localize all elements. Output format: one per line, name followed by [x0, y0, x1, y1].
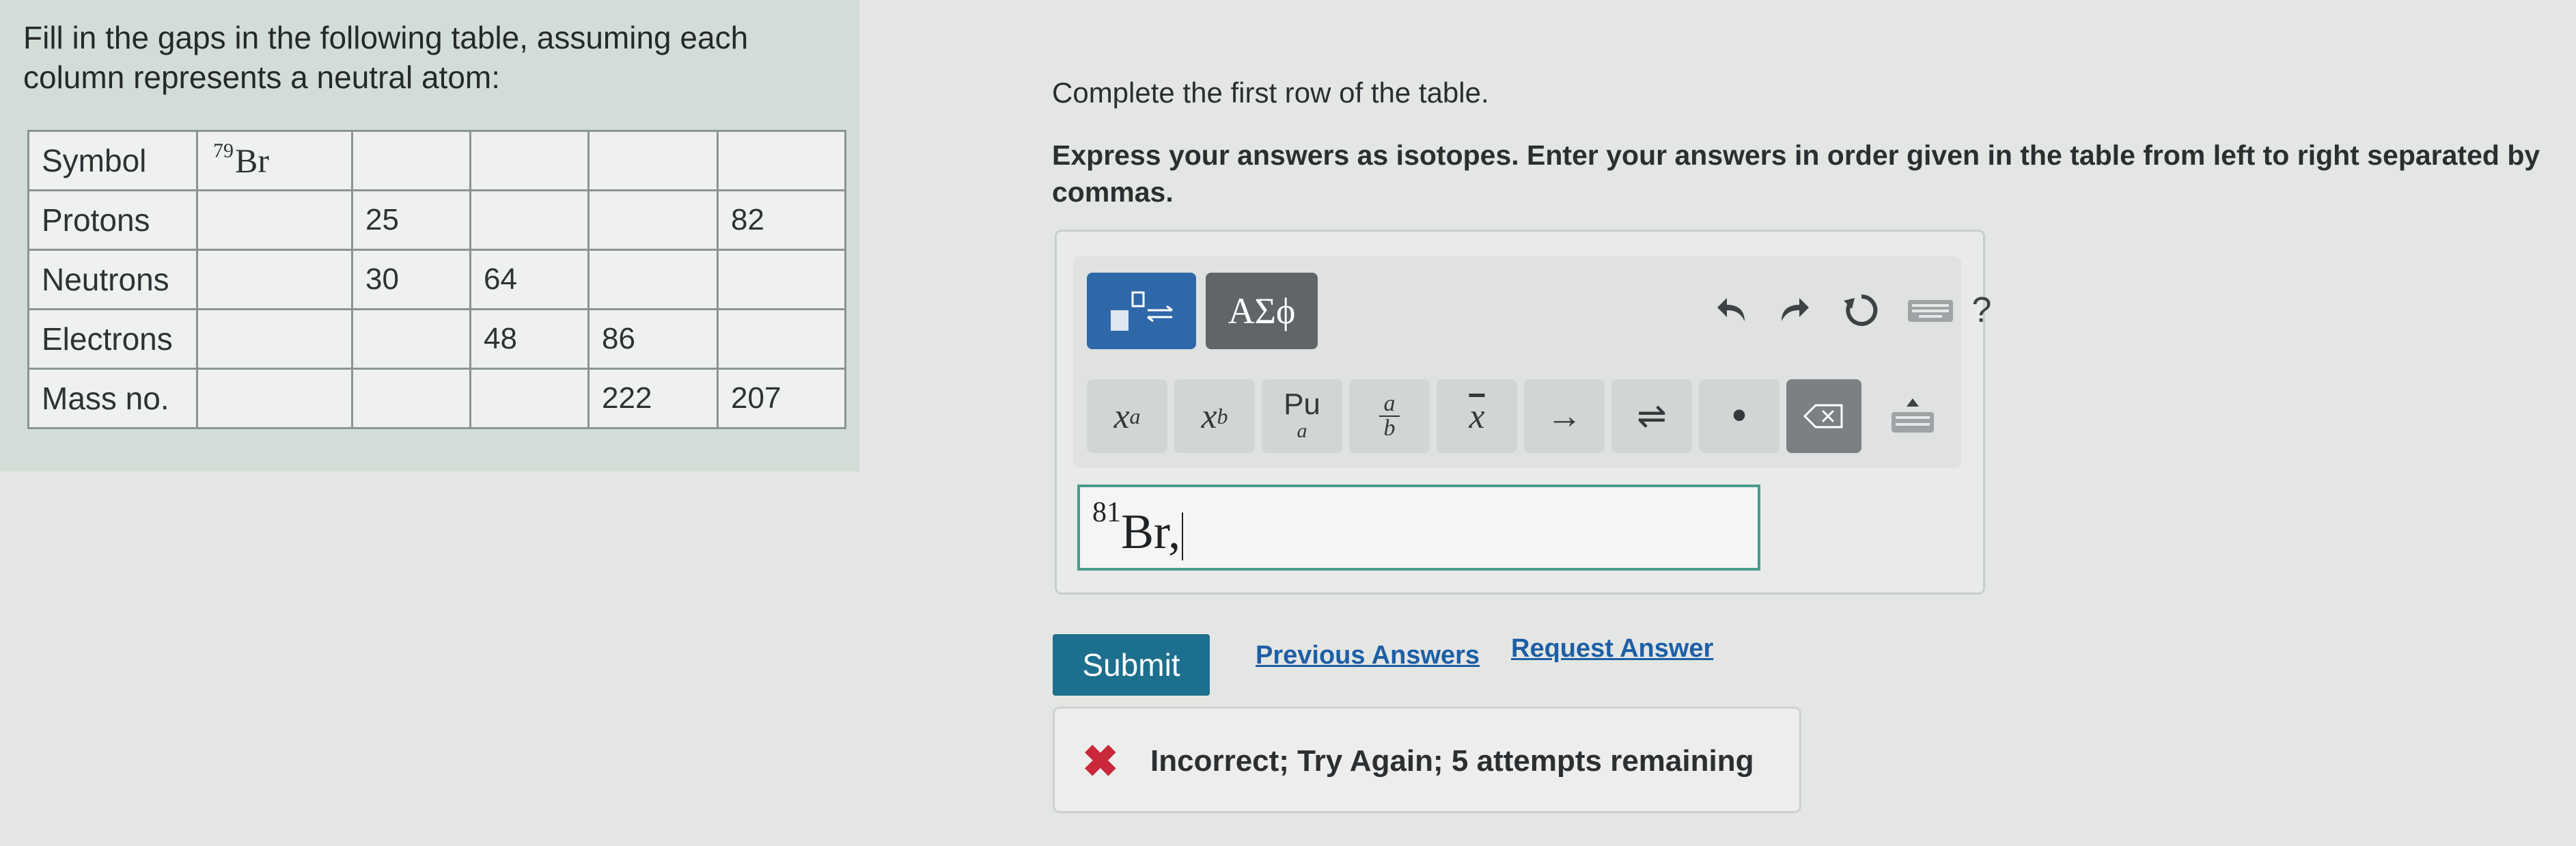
table-cell [717, 130, 846, 191]
keyboard-toggle-icon[interactable] [1872, 379, 1953, 453]
problem-line-2: column represents a neutral atom: [23, 59, 501, 95]
table-cell: 86 [587, 308, 719, 370]
table-cell [351, 308, 471, 370]
incorrect-icon: ✖ [1082, 737, 1119, 786]
table-cell: 64 [469, 249, 590, 310]
undo-icon[interactable] [1708, 279, 1756, 341]
subscript-template-button[interactable]: xb [1174, 379, 1255, 453]
isotope-symbol: 79Br [213, 139, 269, 180]
keyboard-icon[interactable] [1900, 290, 1961, 331]
redo-icon[interactable] [1770, 279, 1818, 341]
reset-icon[interactable] [1834, 279, 1889, 341]
table-row: Symbol 79Br [27, 130, 846, 191]
table-cell [351, 368, 471, 429]
row-label: Electrons [27, 308, 198, 370]
answer-input[interactable]: 81Br, [1077, 485, 1760, 571]
table-cell: 48 [469, 308, 590, 370]
problem-panel: Fill in the gaps in the following table,… [0, 0, 859, 472]
table-cell: 82 [717, 189, 846, 251]
fraction-template-button[interactable]: a b [1349, 379, 1430, 453]
reaction-arrow-button[interactable]: → [1524, 379, 1605, 453]
table-cell [717, 308, 846, 370]
equilibrium-arrow-button[interactable]: ⇌ [1611, 379, 1692, 453]
table-cell [196, 308, 353, 370]
request-answer-link[interactable]: Request Answer [1511, 634, 1713, 664]
table-cell [196, 189, 353, 251]
answer-box: ΑΣϕ ? xa xb Pu a a b x → ⇌ • 81Br, [1055, 230, 1991, 595]
row-label: Neutrons [27, 249, 198, 310]
table-cell: 30 [351, 249, 471, 310]
table-cell [196, 249, 353, 310]
backspace-icon[interactable] [1786, 379, 1861, 453]
table-row: Mass no. 222 207 [27, 368, 846, 429]
templates-icon [1111, 291, 1173, 331]
table-cell [469, 130, 590, 191]
table-cell [469, 189, 590, 251]
text-caret [1182, 513, 1184, 561]
problem-line-1: Fill in the gaps in the following table,… [23, 20, 749, 55]
table-cell: 222 [587, 368, 719, 429]
table-cell: 79Br [196, 130, 353, 191]
answer-value: 81Br, [1092, 497, 1184, 561]
greek-symbols-button[interactable]: ΑΣϕ [1206, 273, 1318, 349]
table-cell [587, 249, 719, 310]
superscript-template-button[interactable]: xa [1087, 379, 1167, 453]
dot-button[interactable]: • [1699, 379, 1779, 453]
row-label: Protons [27, 189, 198, 251]
help-icon[interactable]: ? [1961, 279, 2002, 341]
table-cell [587, 130, 719, 191]
table-cell: 25 [351, 189, 471, 251]
math-toolbar: ΑΣϕ ? xa xb Pu a a b x → ⇌ • [1073, 256, 1991, 468]
atom-table: Symbol 79Br Protons 25 82 Neutrons 30 64… [27, 130, 846, 429]
overline-template-button[interactable]: x [1437, 379, 1517, 453]
presubscript-template-button[interactable]: Pu a [1262, 379, 1342, 453]
table-cell [351, 130, 471, 191]
table-row: Protons 25 82 [27, 189, 846, 251]
answer-panel: Complete the first row of the table. Exp… [862, 0, 2576, 846]
instruction-text: Complete the first row of the table. [1052, 77, 1489, 109]
previous-answers-link[interactable]: Previous Answers [1256, 641, 1480, 670]
express-instructions: Express your answers as isotopes. Enter … [1052, 139, 2540, 208]
table-cell [717, 249, 846, 310]
table-cell [469, 368, 590, 429]
table-cell [587, 189, 719, 251]
templates-button[interactable] [1087, 273, 1196, 349]
row-label: Symbol [27, 130, 198, 191]
feedback-box: ✖ Incorrect; Try Again; 5 attempts remai… [1053, 707, 1801, 813]
submit-button[interactable]: Submit [1053, 634, 1210, 696]
feedback-message: Incorrect; Try Again; 5 attempts remaini… [1150, 744, 1754, 778]
table-row: Neutrons 30 64 [27, 249, 846, 310]
table-cell: 207 [717, 368, 846, 429]
table-cell [196, 368, 353, 429]
problem-statement: Fill in the gaps in the following table,… [23, 18, 843, 97]
row-label: Mass no. [27, 368, 198, 429]
table-row: Electrons 48 86 [27, 308, 846, 370]
